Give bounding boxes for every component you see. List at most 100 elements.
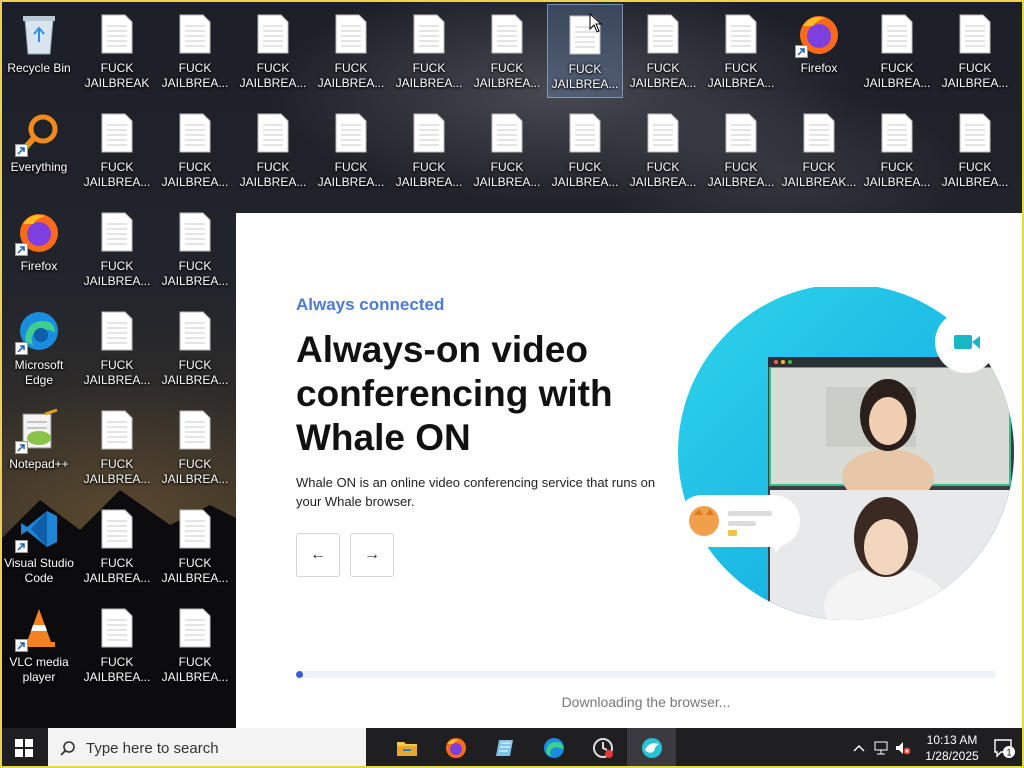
recorder-icon <box>592 738 613 758</box>
desktop-file[interactable]: FUCK JAILBREA... <box>79 400 155 494</box>
clock-date: 1/28/2025 <box>925 749 979 763</box>
shortcut-arrow-icon <box>15 243 28 256</box>
text-file-icon <box>327 10 375 58</box>
desktop-file[interactable]: FUCK JAILBREA... <box>703 103 779 197</box>
shortcut-arrow-icon <box>15 342 28 355</box>
text-file-icon <box>327 109 375 157</box>
desktop-file[interactable]: FUCK JAILBREA... <box>157 202 233 296</box>
volume-button[interactable] <box>892 728 914 768</box>
start-button[interactable] <box>0 728 48 768</box>
desktop-file[interactable]: FUCK JAILBREA... <box>469 103 545 197</box>
network-button[interactable] <box>870 728 892 768</box>
desktop-file[interactable]: FUCK JAILBREA... <box>79 598 155 692</box>
desktop-file[interactable]: FUCK JAILBREAK... <box>781 103 857 197</box>
desktop-icon-vscode[interactable]: Visual Studio Code <box>1 499 77 593</box>
desktop-file[interactable]: FUCK JAILBREA... <box>157 301 233 395</box>
desktop-file-selected[interactable]: FUCK JAILBREA... <box>547 4 623 98</box>
desktop-file[interactable]: FUCK JAILBREA... <box>157 4 233 98</box>
desktop-file[interactable]: FUCK JAILBREA... <box>547 103 623 197</box>
firefox-icon <box>795 10 843 58</box>
show-hidden-icons-button[interactable] <box>848 728 870 768</box>
next-slide-button[interactable]: → <box>350 533 394 577</box>
desktop-file[interactable]: FUCK JAILBREA... <box>859 4 935 98</box>
desktop-icon-notepadpp[interactable]: Notepad++ <box>1 400 77 494</box>
desktop-file[interactable]: FUCK JAILBREA... <box>937 103 1013 197</box>
desktop-file[interactable]: FUCK JAILBREA... <box>79 301 155 395</box>
description: Whale ON is an online video conferencing… <box>296 475 656 509</box>
shortcut-arrow-icon <box>15 639 28 652</box>
text-file-icon <box>873 10 921 58</box>
vscode-icon <box>15 505 63 553</box>
desktop-file[interactable]: FUCK JAILBREA... <box>235 4 311 98</box>
text-file-icon <box>171 505 219 553</box>
section-eyebrow: Always connected <box>296 295 445 314</box>
desktop-icon-vlc[interactable]: VLC media player <box>1 598 77 692</box>
desktop-file[interactable]: FUCK JAILBREA... <box>157 598 233 692</box>
text-file-icon <box>717 109 765 157</box>
desktop-file[interactable]: FUCK JAILBREA... <box>703 4 779 98</box>
desktop-icon-edge[interactable]: Microsoft Edge <box>1 301 77 395</box>
edge-icon <box>543 738 564 758</box>
notification-count: 1 <box>1006 748 1011 758</box>
desktop-file[interactable]: FUCK JAILBREAK <box>79 4 155 98</box>
taskbar-firefox[interactable] <box>431 728 480 768</box>
desktop-file[interactable]: FUCK JAILBREA... <box>313 4 389 98</box>
desktop-file[interactable]: FUCK JAILBREA... <box>625 103 701 197</box>
text-file-icon <box>171 307 219 355</box>
recycle-bin-icon <box>15 10 63 58</box>
whale-installer-window: Always connected Always-on video confere… <box>236 213 1024 728</box>
folder-icon <box>396 742 417 756</box>
desktop-icon-recycle-bin[interactable]: Recycle Bin <box>1 4 77 98</box>
edge-icon <box>15 307 63 355</box>
arrow-left-icon: ← <box>310 546 326 563</box>
desktop-file[interactable]: FUCK JAILBREA... <box>157 103 233 197</box>
text-file-icon <box>951 109 999 157</box>
desktop-file[interactable]: FUCK JAILBREA... <box>235 103 311 197</box>
desktop-file[interactable]: FUCK JAILBREA... <box>79 103 155 197</box>
mouse-cursor-icon <box>589 13 603 33</box>
download-progress-fill <box>296 671 303 678</box>
text-file-icon <box>483 10 531 58</box>
taskbar-whale-installer[interactable] <box>627 728 676 768</box>
desktop-file[interactable]: FUCK JAILBREA... <box>391 103 467 197</box>
taskbar-notepad[interactable] <box>480 728 529 768</box>
windows-logo-icon <box>15 739 33 757</box>
taskbar-search-input[interactable]: Type here to search <box>48 728 366 768</box>
desktop-file[interactable]: FUCK JAILBREA... <box>859 103 935 197</box>
clock[interactable]: 10:13 AM 1/28/2025 <box>920 732 984 764</box>
download-status: Downloading the browser... <box>561 694 731 710</box>
desktop-icon-firefox-2[interactable]: Firefox <box>781 4 857 98</box>
desktop-file[interactable]: FUCK JAILBREA... <box>79 499 155 593</box>
notification-icon: 1 <box>994 739 1015 758</box>
desktop-file[interactable]: FUCK JAILBREA... <box>625 4 701 98</box>
shortcut-arrow-icon <box>795 45 808 58</box>
desktop-file[interactable]: FUCK JAILBREA... <box>157 499 233 593</box>
taskbar-file-explorer[interactable] <box>382 728 431 768</box>
text-file-icon <box>93 604 141 652</box>
volume-muted-icon <box>896 742 911 755</box>
chevron-up-icon <box>853 745 865 752</box>
prev-slide-button[interactable]: ← <box>296 533 340 577</box>
text-file-icon <box>93 307 141 355</box>
desktop-file[interactable]: FUCK JAILBREA... <box>313 103 389 197</box>
desktop-icon-everything[interactable]: Everything <box>1 103 77 197</box>
desktop-file[interactable]: FUCK JAILBREA... <box>79 202 155 296</box>
shortcut-arrow-icon <box>15 441 28 454</box>
text-file-icon <box>93 406 141 454</box>
desktop-icon-firefox[interactable]: Firefox <box>1 202 77 296</box>
desktop-file[interactable]: FUCK JAILBREA... <box>391 4 467 98</box>
shortcut-arrow-icon <box>15 144 28 157</box>
desktop-file[interactable]: FUCK JAILBREA... <box>937 4 1013 98</box>
text-file-icon <box>639 109 687 157</box>
clock-time: 10:13 AM <box>926 733 978 747</box>
desktop-file[interactable]: FUCK JAILBREA... <box>469 4 545 98</box>
text-file-icon <box>717 10 765 58</box>
notepad-icon <box>495 740 513 756</box>
taskbar-edge[interactable] <box>529 728 578 768</box>
taskbar-screen-recorder[interactable] <box>578 728 627 768</box>
text-file-icon <box>93 10 141 58</box>
desktop-file[interactable]: FUCK JAILBREA... <box>157 400 233 494</box>
shortcut-arrow-icon <box>15 540 28 553</box>
text-file-icon <box>405 109 453 157</box>
notification-center-button[interactable]: 1 <box>984 728 1024 768</box>
